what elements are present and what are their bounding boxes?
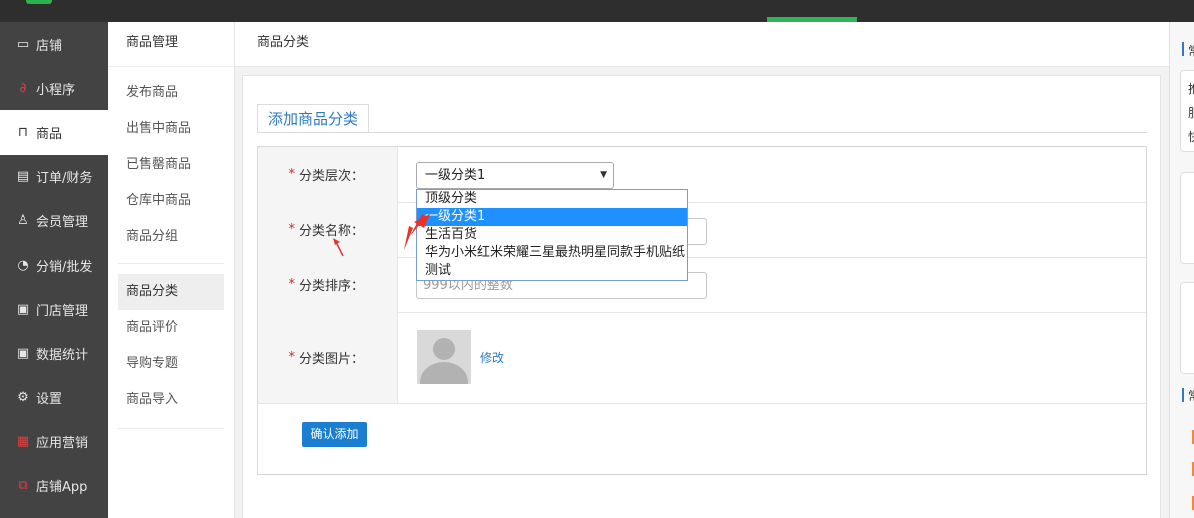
dropdown-option[interactable]: 测试 — [417, 262, 687, 280]
store-icon: ▣ — [16, 301, 30, 317]
miniprogram-icon: ∂ — [19, 80, 27, 96]
sub-nav-publish[interactable]: 发布商品 — [118, 75, 224, 111]
right-panel-card — [1180, 282, 1194, 374]
sidebar-item-label: 店铺 — [36, 38, 63, 54]
distribution-icon: ◔ — [17, 257, 29, 273]
sidebar-item-stats[interactable]: ▣ 数据统计 — [0, 331, 108, 375]
breadcrumb: 商品分类 — [235, 22, 1169, 67]
sidebar-item-label: 小程序 — [36, 82, 76, 98]
tab-add-category[interactable]: 添加商品分类 — [257, 104, 370, 133]
name-label: * 分类名称： — [258, 202, 398, 257]
sub-nav-sold-out[interactable]: 已售罄商品 — [118, 147, 224, 183]
sidebar-item-label: 设置 — [36, 392, 63, 408]
required-mark: * — [288, 222, 295, 237]
category-image-placeholder[interactable] — [417, 330, 471, 384]
dropdown-option[interactable]: 生活百货 — [417, 226, 687, 244]
sub-nav-warehouse[interactable]: 仓库中商品 — [118, 183, 224, 219]
right-panel-text[interactable]: 推 — [1188, 80, 1194, 97]
right-panel-text[interactable]: 快 — [1188, 128, 1194, 145]
secondary-sidebar: 商品管理 发布商品 出售中商品 已售罄商品 仓库中商品 商品分组 商品分类 商品… — [108, 22, 235, 518]
right-panel-card — [1180, 172, 1194, 264]
level-dropdown-list: 顶级分类 一级分类1 生活百货 华为小米红米荣耀三星最热明星同款手机贴纸 测试 — [416, 189, 688, 281]
sidebar-item-settings[interactable]: ⚙ 设置 — [0, 376, 108, 420]
sub-nav-categories[interactable]: 商品分类 — [118, 274, 224, 310]
right-panel-text[interactable]: 服 — [1188, 104, 1194, 121]
required-mark: * — [288, 350, 295, 365]
sidebar-item-stores[interactable]: ▣ 门店管理 — [0, 287, 108, 331]
order-icon: ▤ — [16, 169, 30, 185]
app-icon: ⧉ — [18, 478, 28, 494]
annotation-arrow-icon — [333, 238, 344, 257]
section-marker — [1182, 42, 1184, 56]
avatar-body — [420, 362, 468, 384]
dropdown-option[interactable]: 顶级分类 — [417, 190, 687, 208]
dropdown-option[interactable]: 华为小米红米荣耀三星最热明星同款手机贴纸 — [417, 244, 687, 262]
edit-image-link[interactable]: 修改 — [480, 349, 504, 366]
category-form: * 分类层次： 一级分类1 ▼ * 分类名称： * 分类排序： 999以内的整数 * 分类… — [257, 146, 1147, 475]
annotation-arrow-icon — [404, 214, 430, 250]
apps-icon: ▦ — [16, 434, 30, 450]
right-panel: 常 推 服 快 常 — [1169, 22, 1194, 518]
tab-divider — [257, 132, 1147, 133]
sidebar-item-label: 订单/财务 — [36, 171, 93, 187]
sidebar-item-label: 分销/批发 — [36, 259, 93, 275]
right-panel-title: 常 — [1188, 387, 1194, 404]
section-marker — [1182, 388, 1184, 402]
form-row-name: * 分类名称： — [258, 202, 1146, 258]
sidebar-item-label: 应用营销 — [36, 436, 89, 452]
form-row-level: * 分类层次： 一级分类1 ▼ — [258, 147, 1146, 203]
sidebar-item-orders[interactable]: ▤ 订单/财务 — [0, 155, 108, 199]
sidebar-item-label: 商品 — [36, 126, 63, 142]
gear-icon: ⚙ — [17, 390, 29, 406]
level-select-value: 一级分类1 — [425, 168, 486, 183]
stats-icon: ▣ — [16, 345, 30, 361]
sub-nav-group: 商品分类 商品评价 导购专题 商品导入 — [118, 264, 224, 429]
avatar-head — [433, 338, 455, 360]
sort-label: * 分类排序： — [258, 257, 398, 312]
form-row-sort: * 分类排序： 999以内的整数 — [258, 257, 1146, 313]
dropdown-option-selected[interactable]: 一级分类1 — [417, 208, 687, 226]
form-row-image: * 分类图片： 修改 — [258, 312, 1146, 404]
sidebar-item-label: 门店管理 — [36, 303, 89, 319]
image-label-text: 分类图片： — [298, 352, 364, 367]
required-mark: * — [288, 277, 295, 292]
sidebar-item-miniprogram[interactable]: ∂ 小程序 — [0, 66, 108, 110]
right-panel-title: 常 — [1188, 42, 1194, 59]
member-icon: ♙ — [17, 213, 29, 229]
bag-icon: ⊓ — [17, 124, 29, 140]
image-label: * 分类图片： — [258, 312, 398, 403]
sidebar-item-apps[interactable]: ▦ 应用营销 — [0, 420, 108, 464]
confirm-add-button[interactable]: 确认添加 — [302, 422, 367, 447]
sidebar-item-goods[interactable]: ⊓ 商品 — [0, 110, 108, 155]
required-mark: * — [288, 167, 295, 182]
level-select[interactable]: 一级分类1 ▼ — [416, 162, 614, 189]
sidebar-item-shop[interactable]: ▭ 店铺 — [0, 22, 108, 66]
sub-nav-group: 发布商品 出售中商品 已售罄商品 仓库中商品 商品分组 — [118, 67, 224, 264]
sidebar-item-label: 会员管理 — [36, 215, 89, 231]
primary-sidebar: ▭ 店铺 ∂ 小程序 ⊓ 商品 ▤ 订单/财务 ♙ 会员管理 ◔ 分销/批发 ▣ 门店管理 ▣… — [0, 22, 108, 518]
sidebar-item-label: 数据统计 — [36, 347, 89, 363]
sidebar-item-label: 店铺App — [36, 480, 88, 496]
sub-nav-topics[interactable]: 导购专题 — [118, 346, 224, 382]
sort-label-text: 分类排序： — [298, 279, 364, 294]
top-bar — [0, 0, 1194, 22]
sub-nav-on-sale[interactable]: 出售中商品 — [118, 111, 224, 147]
level-label: * 分类层次： — [258, 147, 398, 202]
sidebar-item-members[interactable]: ♙ 会员管理 — [0, 199, 108, 243]
sidebar-item-distribution[interactable]: ◔ 分销/批发 — [0, 243, 108, 287]
sub-nav-groups[interactable]: 商品分组 — [118, 219, 224, 255]
logo[interactable] — [26, 0, 52, 4]
chevron-down-icon: ▼ — [600, 170, 607, 180]
level-label-text: 分类层次： — [298, 169, 364, 184]
shop-icon: ▭ — [16, 36, 30, 52]
sub-nav-import[interactable]: 商品导入 — [118, 382, 224, 418]
sub-nav-title: 商品管理 — [108, 22, 234, 67]
sidebar-item-shop-app[interactable]: ⧉ 店铺App — [0, 464, 108, 508]
sub-nav-reviews[interactable]: 商品评价 — [118, 310, 224, 346]
